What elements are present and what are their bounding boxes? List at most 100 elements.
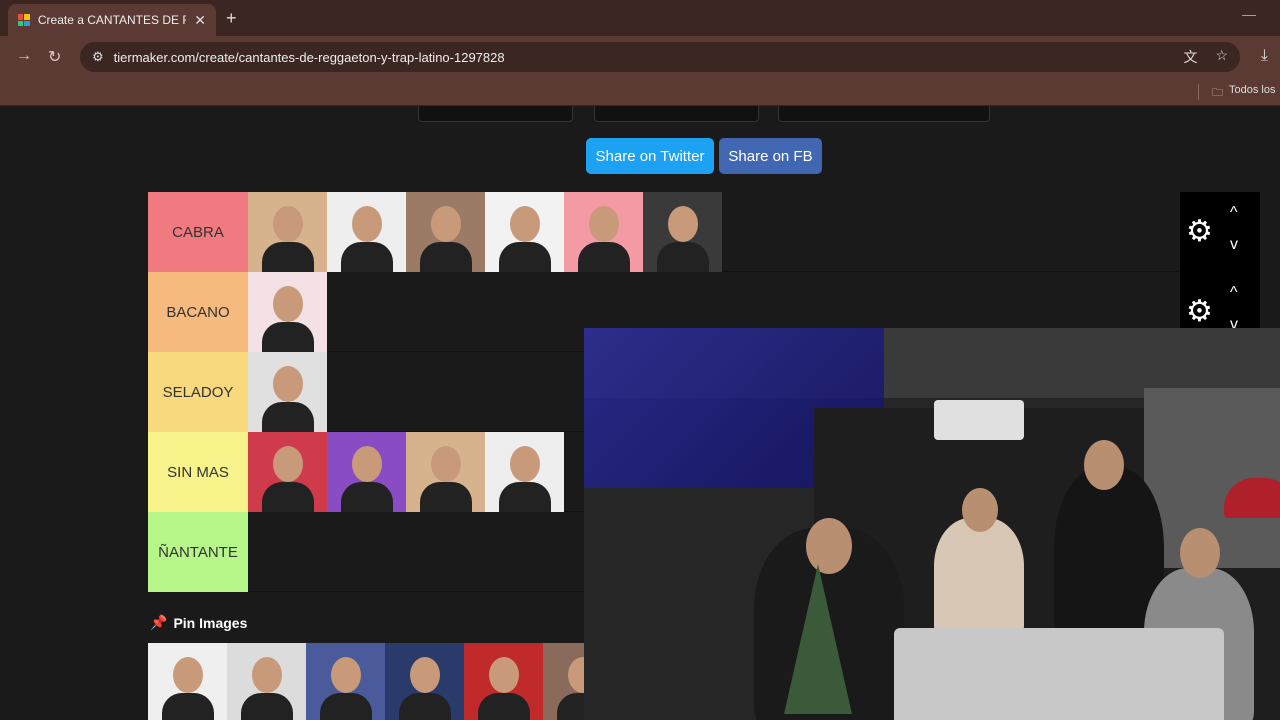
share-facebook-button[interactable]: Share on FB	[719, 138, 822, 174]
artist-face	[252, 657, 282, 693]
artist-image[interactable]	[248, 192, 327, 272]
webcam-person-head	[1084, 440, 1124, 490]
artist-image[interactable]	[248, 272, 327, 352]
artist-face	[173, 657, 203, 693]
artist-face	[510, 446, 540, 482]
artist-image[interactable]	[485, 192, 564, 272]
artist-image[interactable]	[485, 432, 564, 512]
pin-icon: 📌	[150, 614, 168, 630]
artist-body	[499, 242, 551, 272]
tab-title: Create a CANTANTES DE REGGAETON	[37, 13, 186, 27]
tier-label[interactable]: ÑANTANTE	[148, 512, 248, 592]
image-pool	[148, 643, 622, 720]
page-content: Share on Twitter Share on FB CABRA ⚙ ^ v BAC…	[0, 106, 1280, 720]
artist-image[interactable]	[327, 432, 406, 512]
download-image-button[interactable]	[594, 106, 759, 122]
artist-image[interactable]	[406, 192, 485, 272]
close-tab-icon[interactable]: ✕	[194, 12, 206, 29]
bookmark-star-icon[interactable]: ☆	[1215, 47, 1228, 67]
webcam-person-head	[1180, 528, 1220, 578]
pin-images[interactable]: 📌 Pin Images	[150, 614, 247, 631]
artist-body	[262, 242, 314, 272]
gear-icon[interactable]: ⚙	[1186, 214, 1213, 249]
artist-image[interactable]	[643, 192, 722, 272]
artist-body	[420, 242, 472, 272]
pin-images-label: Pin Images	[173, 614, 248, 631]
bookmark-folder-all[interactable]: 🗀 Todos los	[1212, 84, 1275, 103]
tier-label[interactable]: SELADOY	[148, 352, 248, 432]
artist-face	[410, 657, 440, 693]
move-down-icon[interactable]: v	[1230, 236, 1238, 254]
artist-body	[320, 693, 372, 720]
artist-face	[589, 206, 619, 242]
browser-tab[interactable]: Create a CANTANTES DE REGGAETON ✕	[8, 4, 216, 36]
artist-face	[431, 446, 461, 482]
artist-face	[352, 446, 382, 482]
pool-artist-image[interactable]	[148, 643, 227, 720]
forward-icon[interactable]: →	[16, 47, 32, 65]
webcam-laptop	[894, 628, 1224, 720]
tier-option-button[interactable]	[778, 106, 990, 122]
artist-body	[262, 402, 314, 432]
browser-tab-bar: Create a CANTANTES DE REGGAETON ✕ + —	[0, 0, 1280, 36]
new-tab-button[interactable]: +	[226, 8, 237, 29]
artist-face	[352, 206, 382, 242]
webcam-person-head	[962, 488, 998, 532]
artist-body	[478, 693, 530, 720]
artist-body	[499, 482, 551, 512]
webcam-person	[934, 518, 1024, 638]
address-bar[interactable]: ⚙ tiermaker.com/create/cantantes-de-regg…	[80, 42, 1240, 72]
download-icon[interactable]: ⤓	[1261, 47, 1268, 65]
artist-body	[262, 482, 314, 512]
artist-face	[273, 206, 303, 242]
pool-artist-image[interactable]	[464, 643, 543, 720]
share-twitter-button[interactable]: Share on Twitter	[586, 138, 714, 174]
artist-body	[341, 482, 393, 512]
webcam-air-conditioner	[934, 400, 1024, 440]
bookmarks-divider	[1198, 84, 1199, 100]
url-text[interactable]: tiermaker.com/create/cantantes-de-reggae…	[114, 50, 505, 65]
artist-body	[399, 693, 451, 720]
artist-image[interactable]	[327, 192, 406, 272]
artist-image[interactable]	[564, 192, 643, 272]
artist-face	[489, 657, 519, 693]
translate-icon[interactable]: 文	[1183, 47, 1197, 67]
site-settings-icon[interactable]: ⚙	[92, 49, 104, 65]
tier-controls: ⚙ ^ v	[1180, 192, 1260, 272]
minimize-icon[interactable]: —	[1242, 6, 1256, 22]
artist-body	[341, 242, 393, 272]
reload-icon[interactable]: ↻	[48, 47, 61, 67]
browser-toolbar: → ↻ ⚙ tiermaker.com/create/cantantes-de-…	[0, 36, 1280, 78]
tiermaker-favicon-icon	[18, 14, 30, 26]
artist-face	[668, 206, 698, 242]
tier-label[interactable]: CABRA	[148, 192, 248, 272]
artist-face	[273, 366, 303, 402]
pool-artist-image[interactable]	[385, 643, 464, 720]
gear-icon[interactable]: ⚙	[1186, 294, 1213, 329]
artist-body	[657, 242, 709, 272]
artist-image[interactable]	[406, 432, 485, 512]
artist-face	[331, 657, 361, 693]
webcam-overlay	[584, 328, 1280, 720]
artist-body	[262, 322, 314, 352]
artist-body	[241, 693, 293, 720]
artist-image[interactable]	[248, 352, 327, 432]
artist-body	[578, 242, 630, 272]
artist-face	[273, 446, 303, 482]
move-up-icon[interactable]: ^	[1230, 284, 1238, 302]
tier-items	[248, 192, 1260, 272]
artist-image[interactable]	[248, 432, 327, 512]
pool-artist-image[interactable]	[306, 643, 385, 720]
move-up-icon[interactable]: ^	[1230, 204, 1238, 222]
artist-body	[420, 482, 472, 512]
webcam-christmas-tree	[784, 564, 852, 714]
artist-face	[431, 206, 461, 242]
save-image-button[interactable]	[418, 106, 573, 122]
bookmark-folder-label: Todos los	[1229, 84, 1276, 96]
tier-label[interactable]: SIN MAS	[148, 432, 248, 512]
pool-artist-image[interactable]	[227, 643, 306, 720]
artist-face	[273, 286, 303, 322]
artist-body	[162, 693, 214, 720]
tier-label[interactable]: BACANO	[148, 272, 248, 352]
folder-icon: 🗀	[1212, 87, 1223, 99]
